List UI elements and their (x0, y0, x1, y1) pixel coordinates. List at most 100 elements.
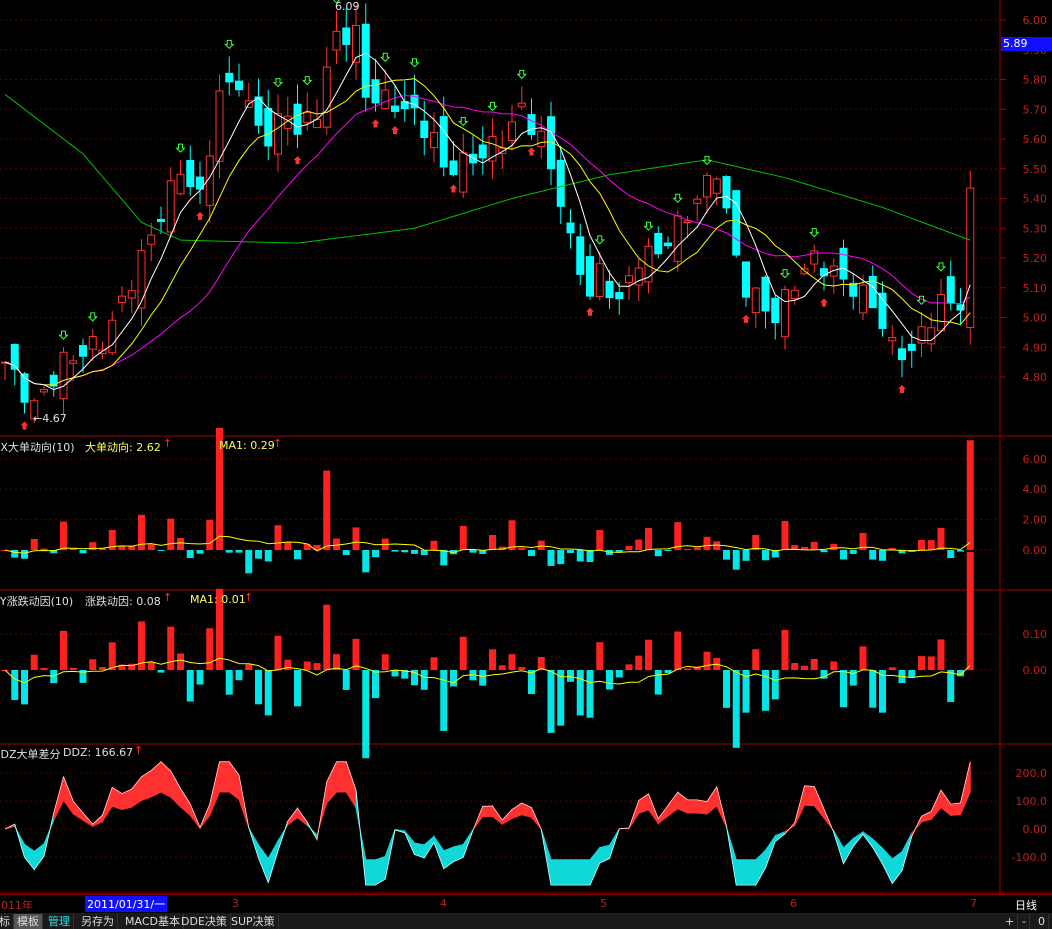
dy-bar (586, 670, 594, 718)
candle-body (381, 89, 390, 110)
ddz-band (219, 761, 230, 793)
dx-bar (635, 539, 643, 550)
dy-bar (528, 670, 535, 695)
dy-bar (596, 642, 604, 670)
candlestick (196, 161, 204, 204)
zoom-in-button[interactable]: + (1002, 914, 1019, 929)
candle-body (166, 180, 175, 233)
candlestick (215, 74, 224, 179)
dy-bar (235, 670, 243, 681)
dx-bar (294, 550, 301, 560)
dx-bar (518, 547, 526, 550)
dy-bar (801, 665, 808, 670)
candlestick (937, 278, 945, 332)
candlestick (205, 140, 214, 223)
dx-bar (40, 548, 48, 550)
candle-body (508, 121, 516, 142)
candlestick (108, 311, 117, 356)
dy-bar (908, 670, 916, 678)
candlestick (829, 258, 838, 294)
dx-bar (645, 528, 652, 550)
candlestick (800, 263, 809, 276)
candlestick (751, 286, 760, 328)
sell-arrow-icon (701, 155, 713, 166)
toolbar-template-button[interactable]: 模板 (14, 914, 43, 929)
candle-body (576, 236, 585, 275)
dx-bar (537, 540, 545, 550)
ddz-band (345, 761, 357, 810)
dx-bar (810, 542, 818, 550)
candle-body (186, 159, 195, 188)
candlestick (654, 226, 663, 259)
dy-bar (21, 670, 28, 705)
candle-body (605, 280, 614, 299)
candle-body (595, 263, 604, 298)
ddz-tick-label: 100.0 (1016, 795, 1048, 808)
ddz-band (501, 808, 513, 825)
candle-body (839, 247, 848, 280)
candle-body (157, 218, 165, 223)
dx-tick-label: 2.00 (1023, 514, 1048, 527)
dx-bar (177, 538, 184, 550)
buy-arrow-icon (820, 298, 828, 307)
dx-bar (303, 543, 311, 550)
ddz-band (755, 849, 766, 887)
dy-bar (157, 670, 165, 673)
ddz-band (882, 846, 893, 884)
ddz-tick-label: -100.0 (1012, 851, 1047, 864)
dy-bar (167, 626, 175, 670)
dy-bar (264, 670, 272, 716)
toolbar-manage-button[interactable]: 管理 (45, 914, 74, 929)
candle-body (966, 187, 975, 328)
period-label[interactable]: 日线 (1015, 897, 1037, 913)
candle-body (761, 276, 770, 312)
candlestick (917, 312, 926, 358)
candle-body (332, 30, 341, 51)
candlestick (274, 94, 282, 172)
dy-bar (11, 670, 19, 701)
dy-bar (450, 670, 457, 687)
zoom-out-button[interactable]: - (1019, 914, 1030, 929)
candle-body (927, 327, 936, 345)
ddz-band (482, 805, 493, 818)
sell-arrow-icon (458, 116, 469, 127)
candlestick (966, 170, 975, 345)
dy-indicator-name[interactable]: DY涨跌动因(10) (0, 593, 73, 609)
toolbar-indicator-button[interactable]: 标 (0, 914, 14, 929)
dx-bar (567, 550, 574, 553)
dy-ma-label: MA1: 0.01 (190, 593, 246, 606)
ddz-band (950, 802, 961, 816)
dy-bar (186, 670, 194, 702)
candlestick (127, 279, 136, 314)
dx-bar (723, 550, 730, 560)
toolbar-dde-button[interactable]: DDE决策 (178, 914, 231, 929)
sell-arrow-icon (594, 235, 605, 245)
dy-bar (957, 670, 964, 677)
ma5-line (4, 52, 971, 391)
month-label: 3 (232, 897, 239, 910)
candlestick (576, 223, 585, 286)
buy-arrow-icon (449, 184, 458, 193)
dx-bar (576, 550, 584, 562)
candlestick (410, 74, 419, 125)
ddz-band (228, 760, 240, 801)
toolbar-sup-button[interactable]: SUP决策 (228, 914, 279, 929)
candlestick (537, 115, 546, 159)
ddz-indicator-name[interactable]: DDZ大单差分 (0, 746, 60, 762)
up-arrow-icon: ↑ (244, 591, 254, 604)
dx-bar (401, 550, 409, 553)
dx-bar (703, 536, 711, 550)
month-label: 5 (600, 897, 607, 910)
candlestick (166, 167, 175, 239)
toolbar-macd-button[interactable]: MACD基本 (122, 914, 184, 929)
candle-body (517, 102, 526, 108)
zoom-reset-button[interactable]: 0 (1035, 914, 1049, 929)
dy-bar (372, 670, 379, 699)
candlestick (517, 86, 526, 110)
dx-indicator-name[interactable]: DX大单动向(10) (0, 439, 75, 455)
ddz-band (930, 789, 942, 821)
dx-bar (196, 550, 204, 554)
current-price-badge: 5.89 (1001, 37, 1052, 51)
toolbar-save-as-button[interactable]: 另存为 (78, 914, 118, 929)
low-price-label: ←4.67 (33, 412, 67, 425)
